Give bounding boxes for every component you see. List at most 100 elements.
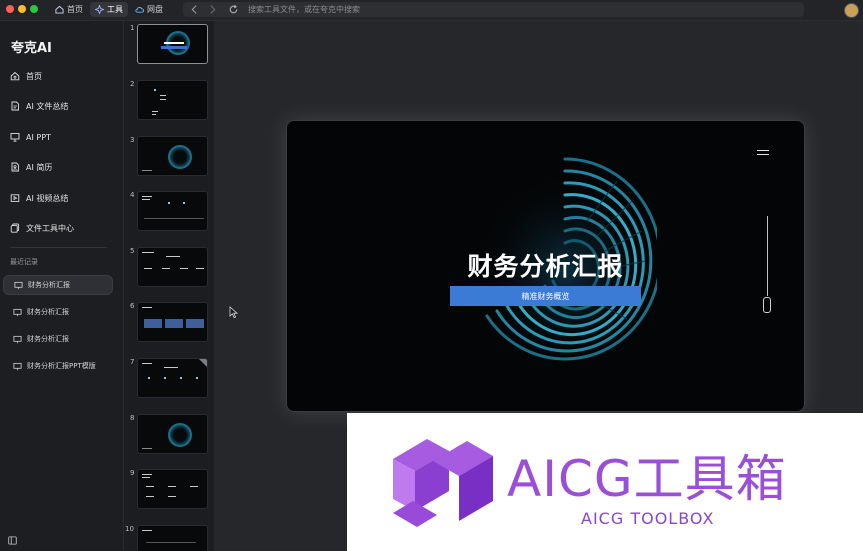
thumb-mark: [168, 202, 170, 204]
recent-item-label: 财务分析汇报PPT模版: [27, 362, 96, 370]
thumb-mark: [180, 268, 188, 269]
slide-thumbnail[interactable]: [137, 525, 208, 551]
thumbnail-number: 8: [130, 414, 135, 422]
thumb-mark: [164, 377, 166, 379]
address-bar[interactable]: 搜索工具文件，或在夸克中搜索: [183, 2, 804, 17]
thumb-mark: [166, 256, 180, 257]
slide-preview[interactable]: 财务分析汇报 精准财务概览: [286, 120, 805, 412]
thumb-mark: [186, 319, 204, 328]
thumb-mark: [142, 307, 152, 308]
sidebar-item-ai-resume[interactable]: AI 简历: [10, 158, 52, 176]
watermark-overlay: AICG工具箱 AICG TOOLBOX: [347, 413, 863, 551]
reload-icon[interactable]: [228, 4, 239, 15]
video-summary-icon: [10, 194, 20, 202]
slide-thumbnail-list: 1 2 3 4 5 6 7 8 9 10: [124, 21, 214, 551]
recent-item-label: 财务分析汇报: [28, 281, 70, 289]
thumbnail-number: 7: [130, 358, 135, 366]
slide-thumbnail[interactable]: [137, 358, 208, 398]
search-placeholder: 搜索工具文件，或在夸克中搜索: [248, 5, 360, 14]
thumb-mark: [162, 268, 170, 269]
recent-item[interactable]: 财务分析汇报: [3, 275, 113, 295]
divider: [10, 247, 107, 248]
recent-item[interactable]: 财务分析汇报: [3, 329, 113, 349]
zoom-window-button[interactable]: [30, 5, 38, 13]
tab-cloud-drive[interactable]: 网盘: [130, 2, 168, 17]
sidebar-item-ai-video-summary[interactable]: AI 视频总结: [10, 189, 68, 207]
ppt-icon: [10, 133, 20, 142]
slide-thumbnail[interactable]: [137, 247, 208, 287]
tab-tools[interactable]: 工具: [90, 2, 128, 17]
slide-thumbnail[interactable]: [137, 414, 208, 454]
thumb-mark: [144, 268, 152, 269]
aicg-logo-icon: [393, 439, 493, 527]
slide-thumbnail[interactable]: [137, 136, 208, 176]
thumb-mark: [196, 268, 204, 269]
thumbnail-number: 2: [130, 80, 135, 88]
thumb-mark: [142, 196, 152, 197]
thumb-mark: [146, 486, 154, 487]
home-icon: [10, 71, 20, 81]
slide-thumbnail[interactable]: [137, 80, 208, 120]
recent-section-title: 最近记录: [10, 258, 38, 266]
sidebar-collapse-icon[interactable]: [8, 536, 17, 545]
avatar[interactable]: [844, 3, 859, 18]
thumb-mark: [160, 99, 166, 100]
recent-item-label: 财务分析汇报: [27, 335, 69, 343]
thumbnail-number: 4: [130, 191, 135, 199]
tab-home-label: 首页: [67, 5, 83, 14]
file-tools-icon: [10, 223, 20, 233]
thumb-mark: [199, 359, 207, 367]
thumb-mark: [168, 496, 176, 497]
slide-thumbnail[interactable]: [137, 24, 208, 64]
slide-art: [168, 145, 192, 169]
thumb-mark: [165, 319, 183, 328]
tab-home[interactable]: 首页: [50, 2, 88, 17]
close-window-button[interactable]: [6, 5, 14, 13]
sidebar-item-ai-ppt[interactable]: AI PPT: [10, 128, 51, 146]
thumb-mark: [144, 319, 162, 328]
sidebar: 夸克AI 首页 AI 文件总结 AI PPT AI 简历 AI 视频总结 文件工…: [0, 21, 124, 551]
slide-thumbnail[interactable]: [137, 469, 208, 509]
slide-thumbnail[interactable]: [137, 191, 208, 231]
sidebar-item-label: AI 简历: [26, 162, 53, 172]
watermark-title: AICG工具箱: [507, 450, 787, 508]
thumb-mark: [168, 486, 176, 487]
thumb-mark: [196, 377, 198, 379]
recent-item-label: 财务分析汇报: [27, 308, 69, 316]
slide-art: [168, 423, 192, 447]
thumb-mark: [142, 474, 152, 475]
slide-decor-knob: [763, 297, 771, 313]
sparkle-icon: [95, 5, 104, 14]
thumb-subtitle-bar: [161, 46, 187, 49]
sidebar-item-ai-file-summary[interactable]: AI 文件总结: [10, 97, 68, 115]
brand-title: 夸克AI: [11, 41, 52, 56]
slide-thumbnail[interactable]: [137, 302, 208, 342]
thumb-mark: [154, 89, 156, 91]
slide-decor-line: [767, 216, 768, 296]
mouse-cursor-icon: [229, 306, 239, 319]
slide-title: 财务分析汇报: [467, 252, 624, 281]
thumb-mark: [148, 377, 150, 379]
thumb-mark: [144, 218, 204, 219]
slide-subtitle: 精准财务概览: [521, 291, 570, 301]
thumb-mark: [190, 486, 198, 487]
sidebar-item-home[interactable]: 首页: [10, 67, 42, 85]
chevron-right-icon[interactable]: [207, 4, 218, 15]
recent-item[interactable]: 财务分析汇报: [3, 302, 113, 322]
thumb-mark: [180, 377, 182, 379]
thumb-mark: [142, 252, 154, 253]
thumb-mark: [142, 530, 152, 531]
sidebar-item-label: AI 文件总结: [26, 101, 69, 111]
sidebar-item-file-tools[interactable]: 文件工具中心: [10, 219, 74, 237]
chevron-left-icon[interactable]: [189, 4, 200, 15]
resume-icon: [11, 162, 19, 172]
hamburger-icon: [757, 150, 769, 158]
thumbnail-number: 5: [130, 247, 135, 255]
thumb-mark: [142, 448, 152, 449]
minimize-window-button[interactable]: [18, 5, 26, 13]
tab-tools-label: 工具: [107, 5, 123, 14]
thumbnail-number: 3: [130, 136, 135, 144]
recent-item[interactable]: 财务分析汇报PPT模版: [3, 356, 113, 376]
thumbnail-number: 9: [130, 469, 135, 477]
cloud-icon: [135, 7, 144, 13]
